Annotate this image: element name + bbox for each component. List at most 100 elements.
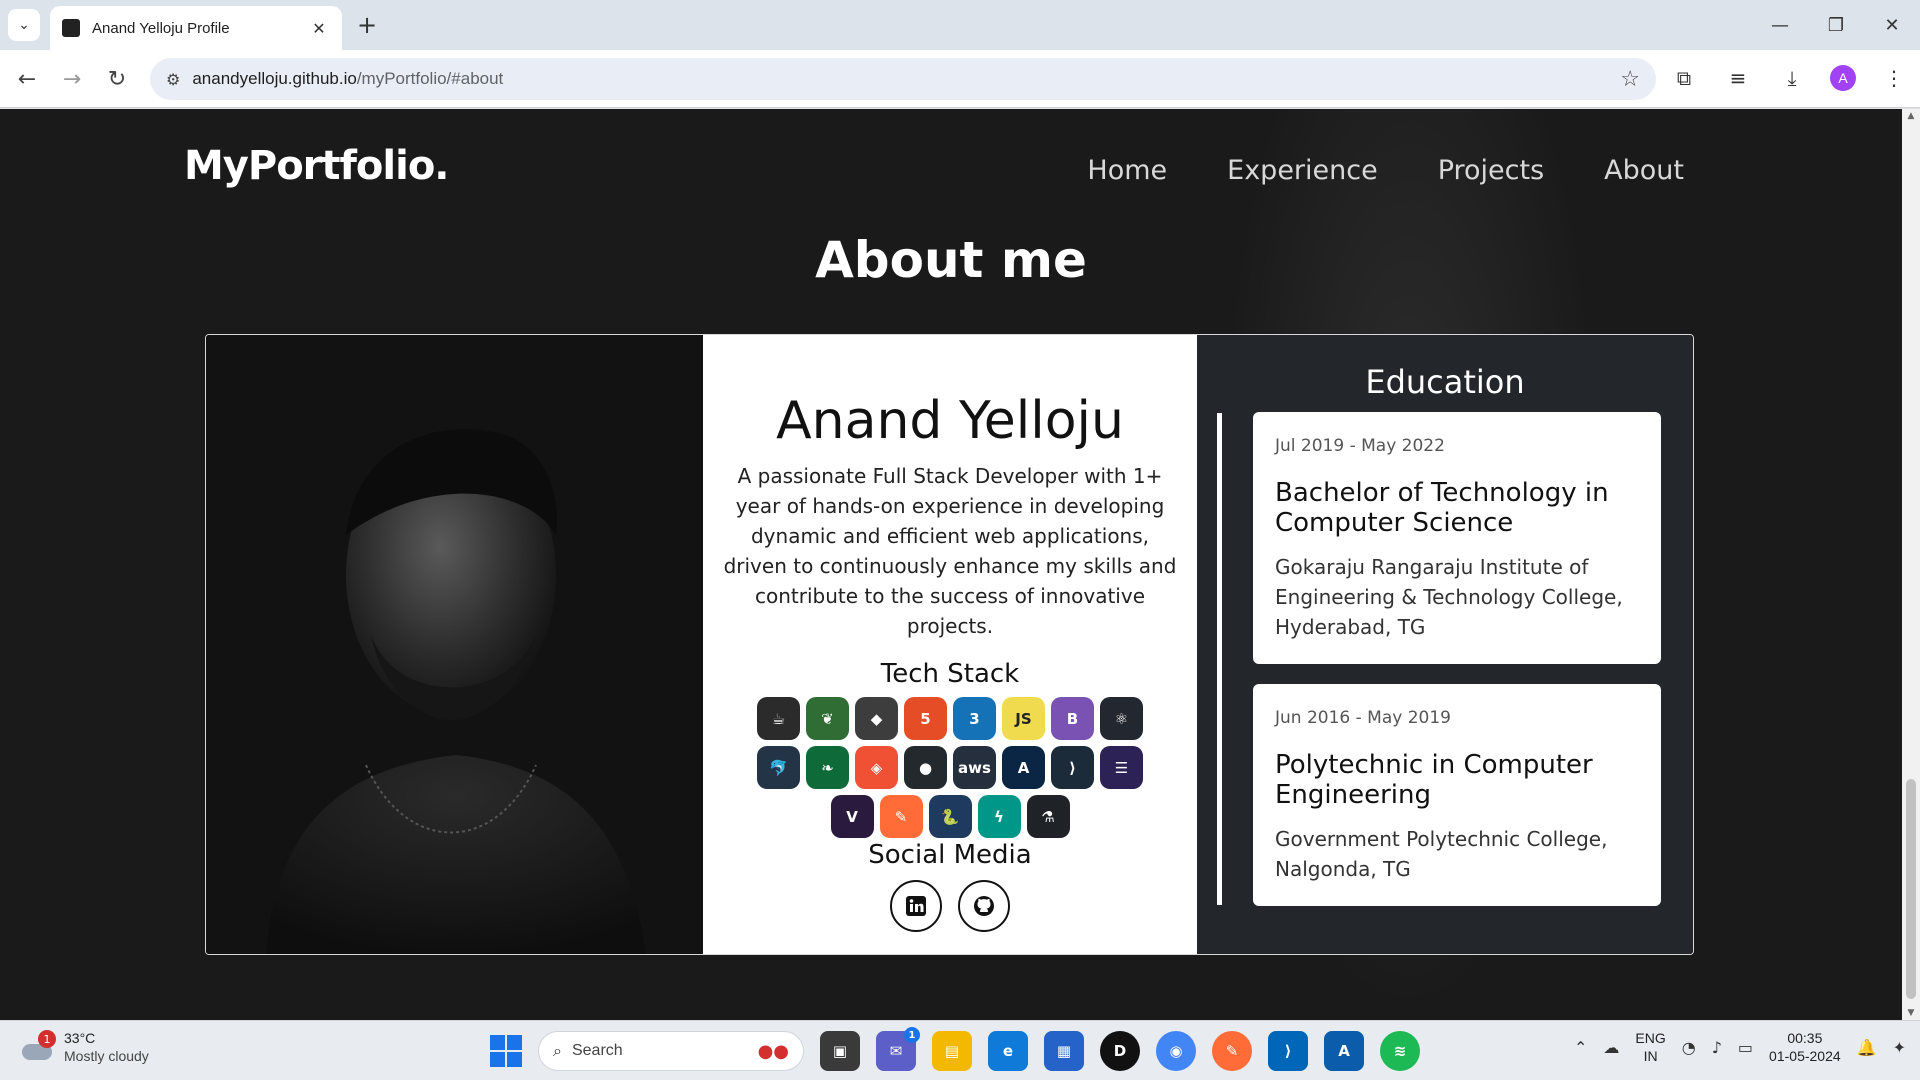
css3-icon: 3: [953, 697, 996, 740]
aws-icon: aws: [953, 746, 996, 789]
store-icon[interactable]: ▦: [1044, 1031, 1084, 1071]
weather-temp: 33°C: [64, 1030, 96, 1046]
os-taskbar: 1 33°C Mostly cloudy ⌕ Search ●● ▣ ✉ 1 ▤ …: [0, 1020, 1920, 1080]
arrow-right-icon: →: [62, 66, 82, 92]
dell-icon[interactable]: D: [1100, 1031, 1140, 1071]
battery-icon[interactable]: ▭: [1738, 1038, 1753, 1057]
bookmark-star-icon[interactable]: ☆: [1620, 67, 1640, 92]
section-title: About me: [815, 231, 1087, 289]
flask-icon: ⚗: [1026, 795, 1070, 838]
scroll-down-icon[interactable]: ▼: [1902, 1008, 1920, 1018]
linkedin-button[interactable]: [890, 880, 942, 932]
clock-time: 00:35: [1787, 1030, 1823, 1046]
tab-title: Anand Yelloju Profile: [92, 19, 230, 37]
scrollbar-thumb[interactable]: [1906, 779, 1916, 999]
onedrive-icon[interactable]: ☁: [1603, 1038, 1619, 1057]
notification-badge: 1: [38, 1030, 56, 1048]
mysql-icon: 🐬: [757, 746, 800, 789]
url-text[interactable]: anandyelloju.github.io/myPortfolio/#abou…: [192, 69, 1620, 89]
task-view-icon[interactable]: ▣: [820, 1031, 860, 1071]
chevron-up-icon[interactable]: ⌃: [1574, 1038, 1587, 1057]
vscode-icon[interactable]: ⟩: [1268, 1031, 1308, 1071]
hibernate-icon: ◆: [855, 697, 898, 740]
profile-avatar[interactable]: A: [1830, 65, 1856, 91]
azure-icon: A: [1002, 746, 1045, 789]
scroll-up-icon[interactable]: ▲: [1902, 111, 1920, 121]
eclipse-icon: ☰: [1100, 746, 1143, 789]
toolbar-actions: ⧉ ≡ ⤓ A ⋮: [1668, 62, 1910, 94]
forward-button[interactable]: →: [55, 62, 89, 96]
wifi-icon[interactable]: ◔: [1682, 1038, 1696, 1057]
education-card: Jul 2019 - May 2022 Bachelor of Technolo…: [1253, 412, 1661, 664]
address-bar[interactable]: ⚙ anandyelloju.github.io/myPortfolio/#ab…: [150, 58, 1656, 100]
education-dates: Jul 2019 - May 2022: [1275, 436, 1445, 456]
tab-search-button[interactable]: ⌄: [8, 9, 40, 41]
education-school: Gokaraju Rangaraju Institute of Engineer…: [1275, 555, 1623, 639]
profile-name: Anand Yelloju: [776, 391, 1124, 451]
close-window-button[interactable]: ✕: [1864, 0, 1920, 50]
chrome-icon[interactable]: ◉: [1156, 1031, 1196, 1071]
url-host: anandyelloju.github.io: [192, 69, 357, 88]
window-controls: — ❐ ✕: [1752, 0, 1920, 50]
edge-icon[interactable]: e: [988, 1031, 1028, 1071]
new-tab-button[interactable]: +: [352, 10, 382, 40]
reload-button[interactable]: ↻: [100, 62, 134, 96]
windows-start-icon[interactable]: [490, 1035, 522, 1067]
cloud-icon: 1: [20, 1030, 56, 1062]
nav-link-home[interactable]: Home: [1087, 155, 1167, 186]
education-dates: Jun 2016 - May 2019: [1275, 708, 1451, 728]
github-button[interactable]: [958, 880, 1010, 932]
taskbar-search[interactable]: ⌕ Search ●●: [538, 1031, 804, 1071]
more-menu-icon[interactable]: ⋮: [1878, 62, 1910, 94]
clock-date: 01-05-2024: [1769, 1048, 1841, 1064]
clock[interactable]: 00:35 01-05-2024: [1769, 1029, 1841, 1065]
media-control-icon[interactable]: ≡: [1722, 62, 1754, 94]
browser-tab-strip: ⌄ Anand Yelloju Profile ✕ + — ❐ ✕: [0, 0, 1920, 50]
volume-icon[interactable]: ♪: [1712, 1038, 1722, 1057]
weather-widget[interactable]: 1 33°C Mostly cloudy: [20, 1029, 149, 1065]
git-icon: ◈: [855, 746, 898, 789]
profile-bio: A passionate Full Stack Developer with 1…: [723, 464, 1177, 638]
close-icon[interactable]: ✕: [308, 19, 330, 38]
extensions-icon[interactable]: ⧉: [1668, 62, 1700, 94]
bio-panel: Anand Yelloju A passionate Full Stack De…: [703, 335, 1197, 954]
education-panel: Education Jul 2019 - May 2022 Bachelor o…: [1197, 335, 1693, 954]
nav-link-projects[interactable]: Projects: [1438, 155, 1544, 186]
java-icon: ☕: [757, 697, 800, 740]
back-button[interactable]: ←: [10, 62, 44, 96]
restore-button[interactable]: ❐: [1808, 0, 1864, 50]
taskbar-apps: ⌕ Search ●● ▣ ✉ 1 ▤ e ▦ D ◉ ✎ ⟩ A ≋: [490, 1027, 1420, 1071]
notification-bell-icon[interactable]: 🔔: [1857, 1038, 1877, 1057]
chat-icon[interactable]: ✉ 1: [876, 1027, 920, 1071]
education-school: Government Polytechnic College, Nalgonda…: [1275, 827, 1608, 881]
site-info-icon[interactable]: ⚙: [166, 70, 180, 89]
site-nav: Home Experience Projects About: [1087, 155, 1684, 186]
vscode-icon: ⟩: [1051, 746, 1094, 789]
browser-toolbar: ← → ↻ ⚙ anandyelloju.github.io/myPortfol…: [0, 50, 1920, 108]
tech-stack-title: Tech Stack: [880, 659, 1020, 689]
spotify-icon[interactable]: ≋: [1380, 1031, 1420, 1071]
language-indicator[interactable]: ENG IN: [1635, 1029, 1665, 1065]
bootstrap-icon: B: [1051, 697, 1094, 740]
downloads-icon[interactable]: ⤓: [1776, 62, 1808, 94]
language-bottom: IN: [1643, 1048, 1658, 1064]
page-scrollbar[interactable]: ▲ ▼: [1902, 109, 1920, 1020]
timeline-line: [1217, 413, 1222, 905]
active-tab[interactable]: Anand Yelloju Profile ✕: [50, 6, 342, 50]
minimize-button[interactable]: —: [1752, 0, 1808, 50]
nav-link-experience[interactable]: Experience: [1227, 155, 1378, 186]
site-logo[interactable]: MyPortfolio.: [184, 143, 450, 189]
chat-badge: 1: [904, 1027, 920, 1043]
file-explorer-icon[interactable]: ▤: [932, 1031, 972, 1071]
postman-icon[interactable]: ✎: [1212, 1031, 1252, 1071]
arrow-left-icon: ←: [17, 66, 37, 92]
azure-studio-icon[interactable]: A: [1324, 1031, 1364, 1071]
chevron-down-icon: ⌄: [18, 17, 30, 33]
html5-icon: 5: [904, 697, 947, 740]
react-icon: ⚛: [1100, 697, 1143, 740]
site-header: MyPortfolio. Home Experience Projects Ab…: [0, 109, 1902, 229]
github-icon: ●: [904, 746, 947, 789]
reload-icon: ↻: [107, 66, 127, 92]
nav-link-about[interactable]: About: [1604, 155, 1684, 186]
copilot-icon[interactable]: ✦: [1893, 1038, 1906, 1057]
